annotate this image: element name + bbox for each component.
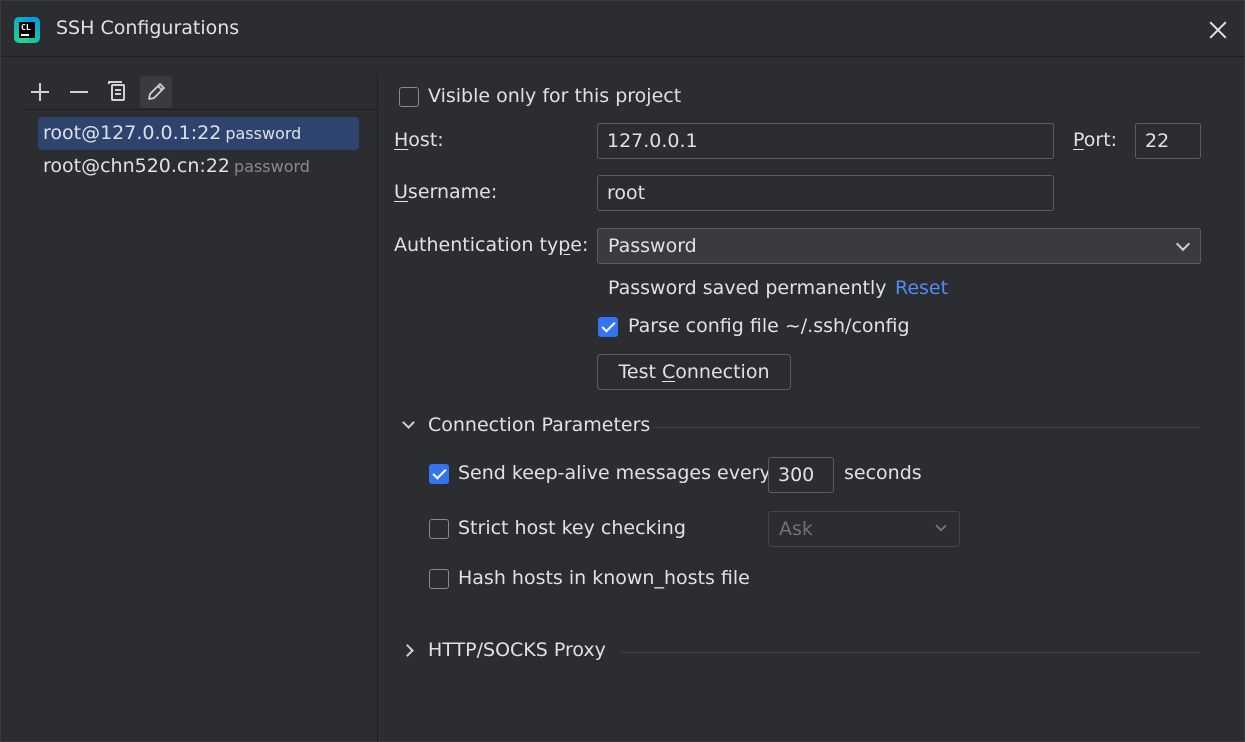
parse-config-checkbox[interactable] bbox=[598, 317, 618, 337]
test-connection-button[interactable]: Test Connection bbox=[597, 354, 791, 390]
username-label: Username: bbox=[394, 181, 498, 203]
section-separator bbox=[620, 652, 1200, 653]
config-list: root@127.0.0.1:22 password root@chn520.cn… bbox=[38, 117, 359, 183]
chevron-down-icon bbox=[935, 520, 947, 532]
list-item[interactable]: root@127.0.0.1:22 password bbox=[38, 117, 359, 150]
close-icon[interactable] bbox=[1207, 19, 1229, 41]
host-field[interactable]: 127.0.0.1 bbox=[597, 123, 1054, 159]
auth-type-select[interactable]: Password bbox=[597, 228, 1201, 264]
reset-link[interactable]: Reset bbox=[895, 277, 948, 299]
list-item[interactable]: root@chn520.cn:22 password bbox=[38, 150, 359, 183]
auth-type-value: Password bbox=[608, 235, 697, 257]
keepalive-seconds-field[interactable]: 300 bbox=[768, 457, 834, 493]
chevron-right-icon[interactable] bbox=[401, 644, 414, 657]
chevron-down-icon[interactable] bbox=[402, 416, 415, 429]
host-label: Host: bbox=[394, 129, 444, 151]
list-toolbar bbox=[21, 74, 377, 110]
config-auth: password bbox=[234, 157, 310, 176]
seconds-label: seconds bbox=[844, 462, 922, 484]
keepalive-label: Send keep-alive messages every bbox=[458, 462, 771, 484]
port-label: Port: bbox=[1073, 129, 1118, 151]
proxy-section-title[interactable]: HTTP/SOCKS Proxy bbox=[428, 639, 606, 661]
password-status: Password saved permanently bbox=[608, 277, 887, 299]
hash-hosts-checkbox[interactable] bbox=[429, 569, 449, 589]
copy-icon[interactable] bbox=[101, 76, 133, 108]
strict-host-checkbox[interactable] bbox=[429, 519, 449, 539]
port-field[interactable]: 22 bbox=[1135, 123, 1201, 159]
title-bar: CL SSH Configurations bbox=[1, 1, 1244, 57]
strict-host-select[interactable]: Ask bbox=[768, 511, 960, 547]
username-field[interactable]: root bbox=[597, 175, 1054, 211]
config-name: root@chn520.cn:22 bbox=[43, 155, 230, 177]
visible-only-checkbox[interactable] bbox=[399, 87, 419, 107]
strict-host-value: Ask bbox=[779, 518, 813, 540]
clion-app-icon: CL bbox=[14, 17, 40, 43]
section-separator bbox=[652, 427, 1200, 428]
config-auth: password bbox=[225, 124, 302, 143]
hash-hosts-label: Hash hosts in known_hosts file bbox=[458, 567, 750, 589]
connection-params-title[interactable]: Connection Parameters bbox=[428, 414, 650, 436]
keepalive-checkbox[interactable] bbox=[429, 464, 449, 484]
strict-host-label: Strict host key checking bbox=[458, 517, 686, 539]
visible-only-label: Visible only for this project bbox=[428, 85, 682, 107]
config-name: root@127.0.0.1:22 bbox=[43, 122, 222, 144]
minus-icon[interactable] bbox=[62, 76, 94, 108]
dialog-title: SSH Configurations bbox=[56, 17, 240, 39]
ssh-configurations-dialog: CL SSH Configurations root@127.0.0.1:22 p… bbox=[0, 0, 1245, 742]
config-list-panel: root@127.0.0.1:22 password root@chn520.cn… bbox=[1, 58, 377, 742]
panel-divider bbox=[377, 73, 378, 742]
auth-type-label: Authentication type: bbox=[394, 234, 589, 256]
chevron-down-icon bbox=[1175, 236, 1191, 252]
parse-config-label: Parse config file ~/.ssh/config bbox=[628, 315, 910, 337]
pencil-icon[interactable] bbox=[140, 76, 172, 108]
plus-icon[interactable] bbox=[23, 76, 55, 108]
